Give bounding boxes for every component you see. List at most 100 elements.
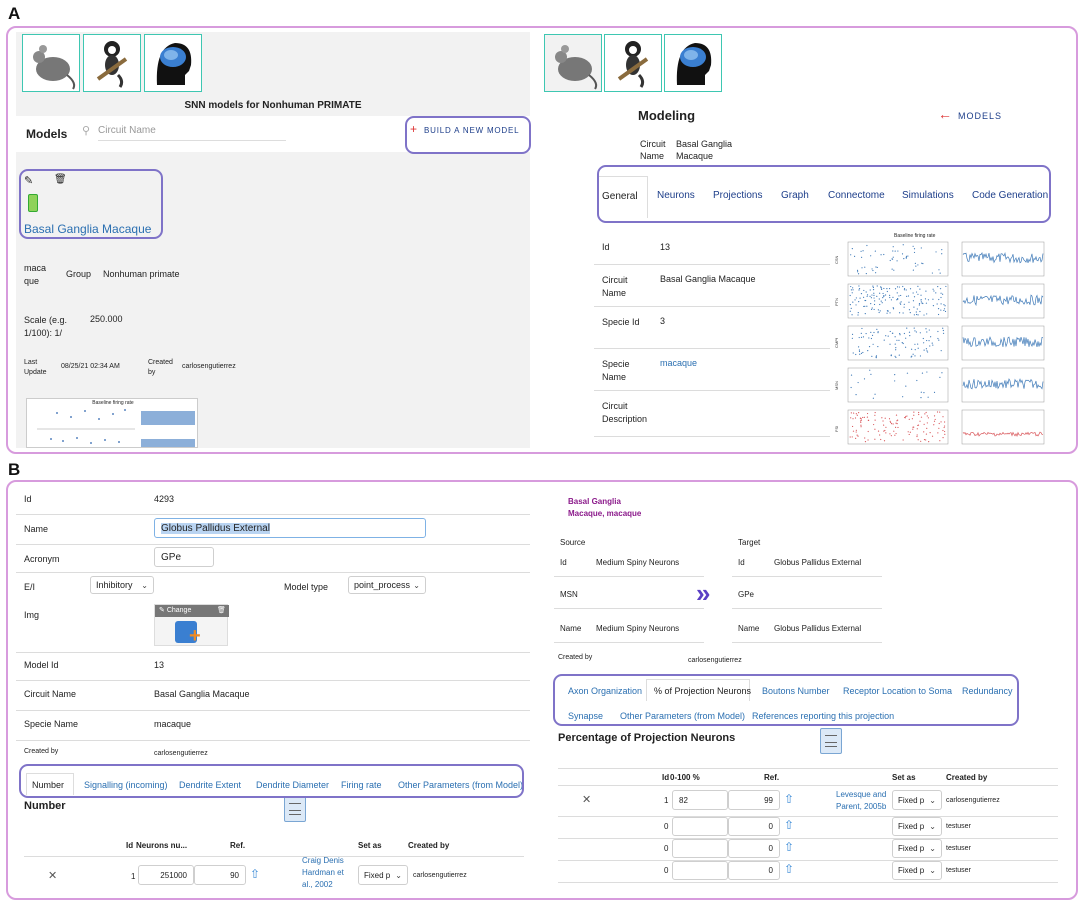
arrow-up-icon[interactable]: ⇧ (784, 862, 794, 876)
pct-row-1-value[interactable]: 82 (672, 790, 728, 810)
spike-dot (925, 290, 927, 292)
pct-row-2-value[interactable] (672, 817, 728, 836)
human-brain-icon[interactable] (144, 34, 202, 92)
pct-row-2-ref[interactable]: 0 (728, 817, 780, 836)
trash-icon[interactable]: 🗑 (217, 606, 226, 614)
spike-dot (895, 356, 897, 358)
notes-icon[interactable] (820, 728, 842, 754)
spike-dot (880, 288, 883, 290)
spike-dot (890, 355, 892, 357)
mouse-icon[interactable] (22, 34, 80, 92)
spike-dot (878, 311, 880, 314)
mouse-icon[interactable] (544, 34, 602, 92)
panel-label-a: A (8, 4, 21, 23)
spike-dot (914, 343, 916, 345)
panel-label-b: B (8, 460, 21, 479)
spike-dot (874, 414, 876, 416)
num-row-set-as[interactable]: Fixed p ⌄ (358, 865, 408, 885)
spike-dot (876, 295, 878, 297)
spike-dot (858, 336, 860, 339)
spike-dot (850, 412, 852, 414)
spike-dot (852, 301, 854, 303)
spike-dot (919, 288, 921, 290)
spike-dot (919, 355, 922, 357)
proj-created-by-label: Created by (558, 654, 593, 661)
pct-row-1-ref[interactable]: 99 (728, 790, 780, 810)
spike-dot (860, 420, 862, 422)
pct-row-4-set-as[interactable]: Fixed p ⌄ (892, 861, 942, 880)
spike-dot (875, 272, 877, 274)
spike-dot (933, 290, 935, 292)
chevron-down-icon: ⌄ (929, 844, 936, 853)
pct-row-3-value[interactable] (672, 839, 728, 858)
spike-dot (864, 441, 867, 443)
notes-icon[interactable] (284, 796, 306, 822)
pct-row-3-set-as[interactable]: Fixed p ⌄ (892, 839, 942, 858)
acronym-input[interactable]: GPe (154, 547, 214, 567)
num-row-citation[interactable]: Craig Denis Hardman et al., 2002 (302, 855, 352, 891)
models-link[interactable]: MODELS (958, 111, 1002, 121)
spike-dot (925, 328, 927, 330)
neuron-image[interactable]: ✎ Change 🗑 + (154, 604, 229, 646)
rate-box (961, 325, 1045, 361)
pct-row-4-ref[interactable]: 0 (728, 861, 780, 880)
spike-dot (919, 420, 921, 422)
spike-dot (890, 435, 892, 437)
delete-row-icon[interactable]: ✕ (48, 869, 57, 882)
arrow-up-icon[interactable]: ⇧ (250, 867, 260, 881)
pct-row-2-set-as[interactable]: Fixed p ⌄ (892, 817, 942, 836)
spike-dot (909, 335, 911, 337)
pct-row-1-citation[interactable]: Levesque and Parent, 2005b (836, 789, 890, 813)
delete-row-icon[interactable]: ✕ (582, 793, 591, 806)
spike-dot (905, 337, 907, 339)
spike-dot (926, 339, 928, 342)
pct-row-3-ref[interactable]: 0 (728, 839, 780, 858)
spike-dot (897, 250, 899, 252)
pct-row-1-set-as[interactable]: Fixed p ⌄ (892, 790, 942, 810)
spike-dot (860, 332, 862, 334)
arrow-left-icon[interactable]: ← (938, 106, 952, 122)
percentage-section-title: Percentage of Projection Neurons (558, 732, 736, 744)
raster-box (847, 241, 949, 277)
chevron-down-icon: ⌄ (929, 866, 936, 875)
search-input[interactable]: Circuit Name (98, 125, 286, 141)
spike-dot (866, 244, 868, 247)
arrow-up-icon[interactable]: ⇧ (784, 818, 794, 832)
a-left-window: SNN models for Nonhuman PRIMATE Models ⚲… (16, 32, 530, 448)
spike-dot (917, 264, 919, 266)
human-brain-icon[interactable] (664, 34, 722, 92)
monkey-icon[interactable] (604, 34, 662, 92)
spike-dot (851, 314, 853, 316)
spike-dot (872, 343, 874, 345)
spike-dot (849, 310, 851, 312)
name-input[interactable]: Globus Pallidus External (154, 518, 426, 538)
change-image-button[interactable]: ✎ Change (159, 606, 191, 614)
model-type-select[interactable]: point_process ⌄ (348, 576, 426, 594)
spike-dot (914, 349, 916, 351)
field-specie-name-value[interactable]: macaque (660, 358, 697, 368)
spike-dot (906, 415, 908, 417)
spike-dot (857, 314, 859, 316)
spike-dot (937, 432, 939, 434)
source-name-label: Name (560, 624, 582, 633)
spike-dot (871, 355, 873, 357)
monkey-icon[interactable] (83, 34, 141, 92)
spike-dot (865, 272, 867, 275)
spike-dot (920, 440, 922, 442)
a-right-window: Modeling ← MODELS Circuit Name Basal Gan… (542, 32, 1070, 448)
arrow-up-icon[interactable]: ⇧ (784, 840, 794, 854)
spike-dot (857, 346, 860, 348)
spike-dot (870, 373, 872, 376)
spike-dot (890, 299, 893, 301)
card-specie: maca que (24, 263, 47, 286)
field-circuit-name-value: Basal Ganglia Macaque (660, 274, 756, 284)
pct-row-4-value[interactable] (672, 861, 728, 880)
spike-dot (864, 266, 866, 268)
num-row-value[interactable]: 251000 (138, 865, 194, 885)
model-thumbnail[interactable]: Baseline firing rate (26, 398, 198, 448)
arrow-up-icon[interactable]: ⇧ (784, 792, 794, 806)
spike-dot (861, 327, 863, 330)
num-row-ref[interactable]: 90 (194, 865, 246, 885)
spike-dot (923, 314, 925, 316)
ei-select[interactable]: Inhibitory ⌄ (90, 576, 154, 594)
